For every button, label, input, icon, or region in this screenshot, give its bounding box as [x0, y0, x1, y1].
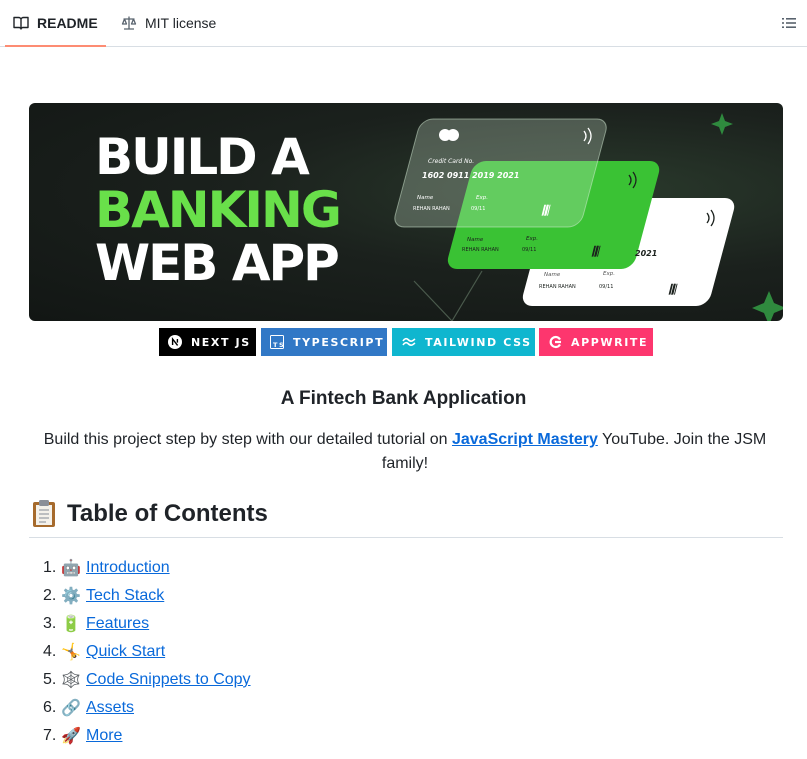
card1-exp-label: Exp.: [476, 195, 488, 201]
typescript-icon: TS: [270, 335, 284, 349]
link-icon: 🔗: [61, 700, 81, 717]
list-unordered-icon[interactable]: [781, 15, 797, 31]
toc-item-number: 6.: [43, 699, 57, 716]
card1-number: 1602 0911 2019 2021: [422, 171, 519, 180]
banner-line-2: BANKING: [95, 181, 342, 239]
cartwheel-icon: 🤸: [61, 644, 81, 661]
toc-list: 1. 🤖 Introduction 2. ⚙️ Tech Stack 3. 🔋 …: [43, 554, 251, 750]
badge-appwrite[interactable]: APPWRITE: [539, 328, 653, 356]
banner-image: Credit Card No. 1602 0911 2019 2021 Name…: [29, 103, 783, 321]
nextjs-icon: [168, 335, 182, 349]
card2-exp-label: Exp.: [526, 236, 538, 242]
toc-item: 3. 🔋 Features: [43, 610, 251, 638]
tab-license-label: MIT license: [145, 15, 217, 31]
svg-text:TS: TS: [273, 341, 284, 349]
card3-exp: 09/11: [599, 284, 613, 290]
banner-headline: BUILD A BANKING WEB APP: [95, 128, 342, 292]
toc-heading-text: Table of Contents: [67, 500, 268, 527]
appwrite-icon: [548, 335, 562, 349]
card3-name-label: Name: [544, 272, 561, 278]
card3-number: 2021: [635, 249, 657, 258]
toc-item: 2. ⚙️ Tech Stack: [43, 582, 251, 610]
toc-item: 5. 🕸️ Code Snippets to Copy: [43, 666, 251, 694]
toc-item: 6. 🔗 Assets: [43, 694, 251, 722]
toc-item-number: 2.: [43, 587, 57, 604]
toc-item-number: 4.: [43, 643, 57, 660]
toc-link-tech-stack[interactable]: Tech Stack: [86, 587, 164, 605]
toc-item-number: 1.: [43, 559, 57, 576]
clipboard-icon: [29, 498, 59, 528]
card3-name: REHAN RAHAN: [539, 284, 576, 290]
banner-line-1: BUILD A: [95, 128, 310, 186]
card3-exp-label: Exp.: [603, 271, 615, 277]
project-description: Build this project step by step with our…: [40, 428, 770, 476]
rocket-icon: 🚀: [61, 728, 81, 745]
spider-web-icon: 🕸️: [61, 672, 81, 689]
page-subtitle: A Fintech Bank Application: [280, 388, 527, 409]
badge-typescript[interactable]: TS TYPESCRIPT: [261, 328, 387, 356]
tab-readme[interactable]: README: [5, 0, 106, 47]
badge-tailwind[interactable]: TAILWIND CSS: [392, 328, 535, 356]
toc-item: 4. 🤸 Quick Start: [43, 638, 251, 666]
badge-typescript-label: TYPESCRIPT: [293, 335, 385, 349]
card1-name: REHAN RAHAN: [413, 206, 450, 212]
card2-name: REHAN RAHAN: [462, 247, 499, 253]
card1-exp: 09/11: [471, 206, 485, 212]
tech-badges: NEXT JS TS TYPESCRIPT TAILWIND CSS APPWR…: [0, 328, 807, 356]
scale-icon: [121, 15, 137, 31]
badge-nextjs-label: NEXT JS: [191, 335, 251, 349]
badge-nextjs[interactable]: NEXT JS: [159, 328, 256, 356]
banner-line-3: WEB APP: [95, 234, 340, 292]
tab-license[interactable]: MIT license: [121, 0, 216, 46]
toc-link-introduction[interactable]: Introduction: [86, 559, 170, 577]
file-tab-bar: README MIT license: [0, 0, 807, 47]
card2-exp: 09/11: [522, 247, 536, 253]
toc-item-number: 7.: [43, 727, 57, 744]
toc-item-number: 5.: [43, 671, 57, 688]
tab-readme-label: README: [37, 14, 98, 31]
card1-name-label: Name: [417, 195, 434, 201]
toc-heading: Table of Contents: [29, 498, 783, 538]
card2-name-label: Name: [467, 237, 484, 243]
card1-label: Credit Card No.: [428, 158, 474, 165]
book-icon: [13, 15, 29, 31]
battery-icon: 🔋: [61, 616, 81, 633]
badge-tailwind-label: TAILWIND CSS: [425, 335, 532, 349]
toc-link-code-snippets[interactable]: Code Snippets to Copy: [86, 671, 251, 689]
robot-icon: 🤖: [61, 560, 81, 577]
toc-link-more[interactable]: More: [86, 727, 122, 745]
toc-link-assets[interactable]: Assets: [86, 699, 134, 717]
gear-icon: ⚙️: [61, 588, 81, 605]
toc-link-quick-start[interactable]: Quick Start: [86, 643, 165, 661]
description-text-start: Build this project step by step with our…: [43, 431, 452, 448]
toc-item-number: 3.: [43, 615, 57, 632]
toc-item: 1. 🤖 Introduction: [43, 554, 251, 582]
toc-item: 7. 🚀 More: [43, 722, 251, 750]
tailwind-icon: [402, 335, 416, 349]
toc-link-features[interactable]: Features: [86, 615, 149, 633]
badge-appwrite-label: APPWRITE: [571, 335, 649, 349]
javascript-mastery-link[interactable]: JavaScript Mastery: [452, 431, 598, 448]
